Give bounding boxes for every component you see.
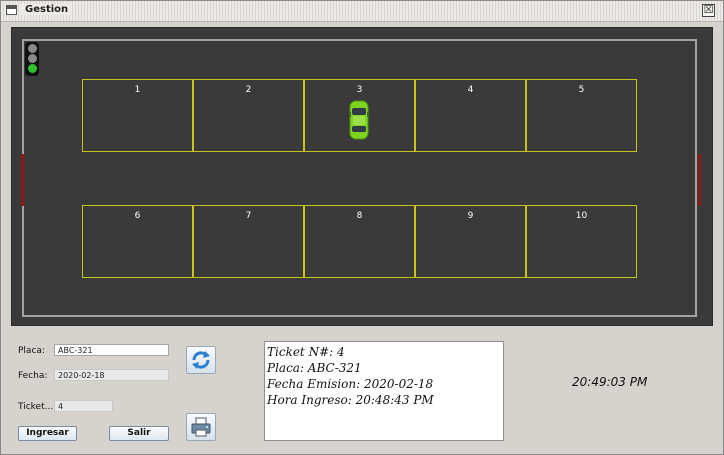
refresh-button[interactable] [186, 346, 216, 374]
traffic-light-icon [25, 42, 39, 76]
parking-spot-6: 6 [82, 205, 193, 278]
spot-number: 7 [245, 211, 252, 221]
parking-spot-1: 1 [82, 79, 193, 152]
spot-number: 1 [134, 85, 141, 95]
ticket-line-hora: Hora Ingreso: 20:48:43 PM [267, 393, 434, 407]
ticket-number-field[interactable]: 4 [54, 400, 113, 412]
ticket-display: Ticket N#: 4 Placa: ABC-321 Fecha Emisio… [264, 341, 504, 441]
parking-spot-9: 9 [415, 205, 526, 278]
ticket-line-number: Ticket N#: 4 [267, 345, 345, 359]
parking-spot-8: 8 [304, 205, 415, 278]
close-button[interactable]: ☒ [702, 4, 715, 17]
ticket-line-fecha: Fecha Emision: 2020-02-18 [267, 377, 434, 391]
salir-button[interactable]: Salir [109, 426, 169, 441]
spot-number: 9 [467, 211, 474, 221]
exit-gate [698, 154, 701, 206]
fecha-label: Fecha: [18, 371, 48, 381]
placa-input[interactable]: ABC-321 [54, 344, 169, 356]
parking-spot-5: 5 [526, 79, 637, 152]
parking-lot: 1 2 3 4 5 6 7 8 9 10 [11, 27, 713, 326]
parking-spot-2: 2 [193, 79, 304, 152]
close-icon: ☒ [703, 3, 714, 16]
fecha-field[interactable]: 2020-02-18 [54, 369, 169, 381]
ticket-label: Ticket... [18, 402, 54, 412]
printer-icon [191, 417, 211, 437]
print-button[interactable] [186, 413, 216, 441]
parking-spot-10: 10 [526, 205, 637, 278]
entry-gate [21, 154, 24, 206]
placa-label: Placa: [18, 346, 45, 356]
gestion-window: Gestion ☒ 1 2 3 4 5 6 7 8 9 10 Placa: AB [0, 0, 724, 455]
traffic-light-green [28, 64, 37, 73]
spot-number: 6 [134, 211, 141, 221]
spot-number: 8 [356, 211, 363, 221]
spot-number: 2 [245, 85, 252, 95]
refresh-icon [192, 351, 210, 369]
spot-number: 3 [356, 85, 363, 95]
parking-spot-7: 7 [193, 205, 304, 278]
title-bar[interactable]: Gestion ☒ [1, 1, 723, 22]
clock-display: 20:49:03 PM [572, 375, 648, 389]
spot-number: 10 [575, 211, 588, 221]
spot-number: 4 [467, 85, 474, 95]
window-icon [6, 5, 17, 15]
traffic-light-red [28, 44, 37, 53]
ingresar-button[interactable]: Ingresar [18, 426, 77, 441]
window-title: Gestion [21, 4, 73, 15]
car-icon [349, 100, 369, 140]
spot-number: 5 [578, 85, 585, 95]
ticket-line-placa: Placa: ABC-321 [267, 361, 362, 375]
parking-spot-4: 4 [415, 79, 526, 152]
traffic-light-yellow [28, 54, 37, 63]
